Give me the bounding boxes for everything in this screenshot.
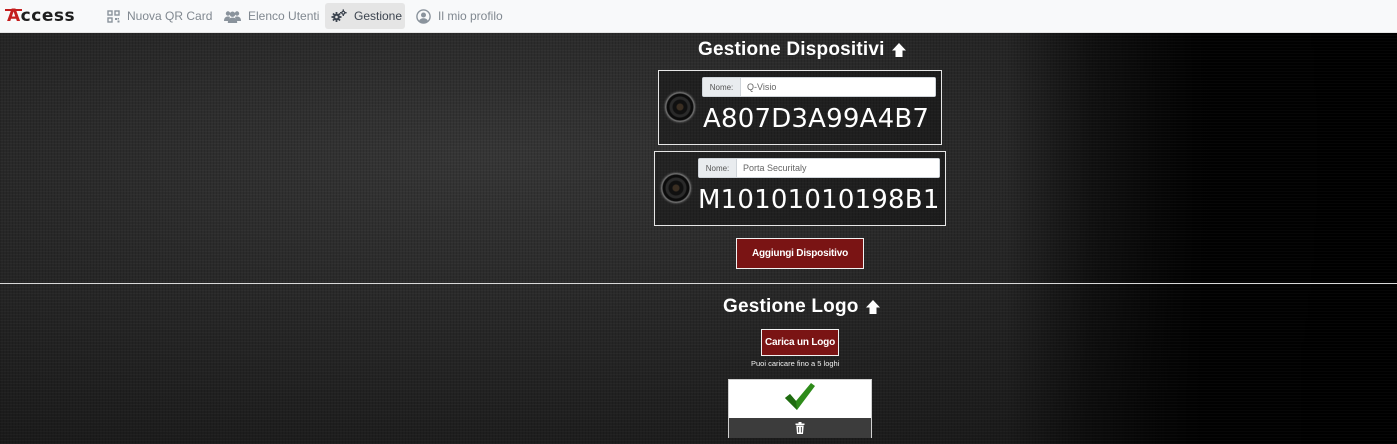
brand-logo-initial: A xyxy=(5,6,22,26)
users-icon xyxy=(224,10,241,23)
nav-item-nuova-qr-card[interactable]: Nuova QR Card xyxy=(101,3,218,29)
camera-icon xyxy=(665,92,695,122)
user-circle-icon xyxy=(416,8,431,24)
delete-logo-button[interactable] xyxy=(729,418,871,438)
section-title-text: Gestione Logo xyxy=(723,296,859,317)
device-name-label: Nome: xyxy=(699,159,737,177)
device-name-label: Nome: xyxy=(703,78,741,96)
logo-card xyxy=(728,379,872,438)
brand-logo[interactable]: Access xyxy=(5,6,89,26)
top-navbar: Access Nuova QR Card Elenco Utenti Gesti… xyxy=(0,0,1397,33)
nav-item-label: Nuova QR Card xyxy=(127,9,213,23)
device-id: M10101010198B1 xyxy=(698,185,940,215)
arrow-up-icon[interactable] xyxy=(865,299,881,315)
logo-image xyxy=(729,380,871,418)
section-title-devices: Gestione Dispositivi xyxy=(698,39,907,61)
device-id: A807D3A99A4B7 xyxy=(703,104,930,134)
nav-item-elenco-utenti[interactable]: Elenco Utenti xyxy=(218,3,325,29)
camera-icon xyxy=(661,173,691,203)
trash-icon xyxy=(795,419,805,438)
checkmark-icon xyxy=(784,382,816,416)
section-title-logo: Gestione Logo xyxy=(723,296,881,318)
nav-item-label: Il mio profilo xyxy=(438,9,503,23)
upload-logo-button[interactable]: Carica un Logo xyxy=(761,329,839,356)
qrcode-icon xyxy=(107,9,120,23)
nav-item-label: Elenco Utenti xyxy=(248,9,320,23)
device-card: Nome: M10101010198B1 xyxy=(654,151,946,226)
nav-item-label: Gestione xyxy=(354,9,403,23)
device-card: Nome: A807D3A99A4B7 xyxy=(658,70,942,145)
arrow-up-icon[interactable] xyxy=(891,42,907,58)
brand-logo-text: ccess xyxy=(20,6,76,26)
add-device-button[interactable]: Aggiungi Dispositivo xyxy=(736,238,864,269)
main-content: Gestione Dispositivi Nome: A807D3A99A4B7… xyxy=(0,33,1397,444)
device-name-input[interactable] xyxy=(737,159,939,177)
cogs-icon xyxy=(331,9,347,23)
section-title-text: Gestione Dispositivi xyxy=(698,39,885,60)
section-divider xyxy=(0,283,1397,284)
nav-item-gestione[interactable]: Gestione xyxy=(325,3,405,29)
nav-item-il-mio-profilo[interactable]: Il mio profilo xyxy=(410,3,509,29)
device-name-input[interactable] xyxy=(741,78,935,96)
device-name-group: Nome: xyxy=(702,77,936,97)
upload-hint: Puoi caricare fino a 5 loghi xyxy=(751,359,840,368)
device-name-group: Nome: xyxy=(698,158,940,178)
